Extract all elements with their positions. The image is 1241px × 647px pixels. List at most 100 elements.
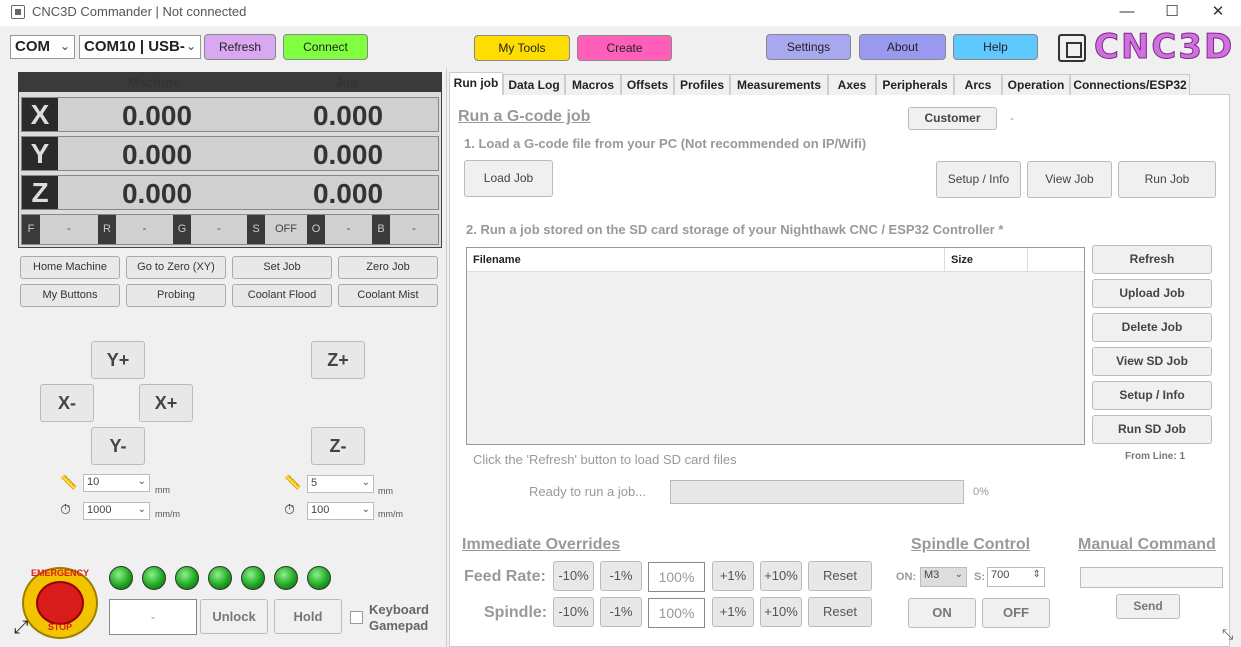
unlock-button[interactable]: Unlock xyxy=(200,599,268,634)
customer-value: - xyxy=(1010,111,1014,125)
jog-y-plus-button[interactable]: Y+ xyxy=(91,341,145,379)
column-divider xyxy=(944,248,945,272)
setup-info-button[interactable]: Setup / Info xyxy=(936,161,1021,198)
about-button[interactable]: About xyxy=(859,34,946,60)
probing-button[interactable]: Probing xyxy=(126,284,226,307)
refresh-button[interactable]: Refresh xyxy=(204,34,276,60)
tab-peripherals[interactable]: Peripherals xyxy=(876,74,954,95)
fullscreen-icon[interactable]: ⤢ xyxy=(14,617,28,638)
run-job-button[interactable]: Run Job xyxy=(1118,161,1216,198)
feed-minus10-button[interactable]: -10% xyxy=(553,561,594,591)
refresh-hint: Click the 'Refresh' button to load SD ca… xyxy=(473,452,737,467)
sd-delete-button[interactable]: Delete Job xyxy=(1092,313,1212,342)
status-value: - xyxy=(325,215,372,244)
com-select-label: COM xyxy=(15,38,50,55)
tab-connections-esp32[interactable]: Connections/ESP32 xyxy=(1070,74,1190,95)
sd-view-button[interactable]: View SD Job xyxy=(1092,347,1212,376)
tab-run-job[interactable]: Run job xyxy=(449,72,503,95)
my-buttons-button[interactable]: My Buttons xyxy=(20,284,120,307)
spindle-minus1-button[interactable]: -1% xyxy=(600,597,642,627)
ready-status: Ready to run a job... xyxy=(529,484,647,499)
tab-axes[interactable]: Axes xyxy=(828,74,876,95)
feed-reset-button[interactable]: Reset xyxy=(808,561,872,591)
port-select[interactable]: COM10 | USB- ⌄ xyxy=(79,35,201,59)
spindle-plus10-button[interactable]: +10% xyxy=(760,597,802,627)
column-divider xyxy=(1027,248,1028,272)
brand-logo: CNC3D xyxy=(1093,27,1235,67)
app-chip-icon xyxy=(11,5,25,19)
manual-command-input[interactable] xyxy=(1080,567,1223,588)
my-tools-button[interactable]: My Tools xyxy=(474,35,570,61)
ruler-icon: 📏 xyxy=(284,474,302,490)
home-machine-button[interactable]: Home Machine xyxy=(20,256,120,279)
dro-header-job: Job xyxy=(335,75,359,90)
feed-minus1-button[interactable]: -1% xyxy=(600,561,642,591)
sd-upload-button[interactable]: Upload Job xyxy=(1092,279,1212,308)
sd-setup-button[interactable]: Setup / Info xyxy=(1092,381,1212,410)
close-button[interactable]: ✕ xyxy=(1203,2,1233,22)
z-feed-select[interactable]: 100 ⌄ xyxy=(307,502,374,520)
tab-data-log[interactable]: Data Log xyxy=(503,74,565,95)
from-line-label: From Line: 1 xyxy=(1125,451,1186,462)
overrides-heading: Immediate Overrides xyxy=(462,536,621,553)
minimize-button[interactable]: — xyxy=(1112,2,1142,22)
zero-job-button[interactable]: Zero Job xyxy=(338,256,438,279)
send-button[interactable]: Send xyxy=(1116,594,1180,619)
connect-button[interactable]: Connect xyxy=(283,34,368,60)
jog-x-minus-button[interactable]: X- xyxy=(40,384,94,422)
status-value: - xyxy=(191,215,247,244)
spindle-speed-label: S: xyxy=(974,571,985,583)
machine-state-display: - xyxy=(109,599,197,635)
tab-operation[interactable]: Operation xyxy=(1002,74,1070,95)
status-value: - xyxy=(116,215,173,244)
job-position: 0.000 xyxy=(312,100,384,131)
set-job-button[interactable]: Set Job xyxy=(232,256,332,279)
coolant-mist-button[interactable]: Coolant Mist xyxy=(338,284,438,307)
status-value: - xyxy=(40,215,98,244)
cpu-chip-icon xyxy=(1058,34,1086,62)
spindle-plus1-button[interactable]: +1% xyxy=(712,597,754,627)
feed-override-value: 100% xyxy=(648,562,705,592)
create-button[interactable]: Create xyxy=(577,35,672,61)
unit-label: mm xyxy=(378,486,393,496)
customer-button[interactable]: Customer xyxy=(908,107,997,130)
tab-macros[interactable]: Macros xyxy=(565,74,621,95)
spindle-mode-select[interactable]: M3 ⌄ xyxy=(920,567,967,587)
feed-plus1-button[interactable]: +1% xyxy=(712,561,754,591)
sd-refresh-button[interactable]: Refresh xyxy=(1092,245,1212,274)
jog-x-plus-button[interactable]: X+ xyxy=(139,384,193,422)
spindle-on-button[interactable]: ON xyxy=(908,598,976,628)
status-label: F xyxy=(22,215,40,244)
spindle-reset-button[interactable]: Reset xyxy=(808,597,872,627)
jog-z-minus-button[interactable]: Z- xyxy=(311,427,365,465)
machine-position: 0.000 xyxy=(121,139,193,170)
go-to-zero-button[interactable]: Go to Zero (XY) xyxy=(126,256,226,279)
spindle-speed-input[interactable]: 700 ⇕ xyxy=(987,567,1045,587)
view-job-button[interactable]: View Job xyxy=(1027,161,1112,198)
sd-run-button[interactable]: Run SD Job xyxy=(1092,415,1212,444)
xy-step-select[interactable]: 10 ⌄ xyxy=(83,474,150,492)
tab-measurements[interactable]: Measurements xyxy=(730,74,828,95)
z-step-select[interactable]: 5 ⌄ xyxy=(307,475,374,493)
axis-letter: Y xyxy=(22,137,58,170)
load-job-button[interactable]: Load Job xyxy=(464,160,553,197)
jog-y-minus-button[interactable]: Y- xyxy=(91,427,145,465)
feed-plus10-button[interactable]: +10% xyxy=(760,561,802,591)
z-step-value: 5 xyxy=(311,477,318,489)
help-button[interactable]: Help xyxy=(953,34,1038,60)
spindle-off-button[interactable]: OFF xyxy=(982,598,1050,628)
tab-profiles[interactable]: Profiles xyxy=(674,74,730,95)
coolant-flood-button[interactable]: Coolant Flood xyxy=(232,284,332,307)
spindle-minus10-button[interactable]: -10% xyxy=(553,597,594,627)
maximize-button[interactable]: ☐ xyxy=(1157,2,1187,22)
com-select[interactable]: COM ⌄ xyxy=(10,35,75,59)
xy-feed-select[interactable]: 1000 ⌄ xyxy=(83,502,150,520)
tab-arcs[interactable]: Arcs xyxy=(954,74,1002,95)
xy-feed-value: 1000 xyxy=(87,504,112,516)
keyboard-gamepad-checkbox[interactable] xyxy=(350,611,363,624)
tab-offsets[interactable]: Offsets xyxy=(621,74,674,95)
hold-button[interactable]: Hold xyxy=(274,599,342,634)
sd-file-table[interactable] xyxy=(466,247,1085,445)
jog-z-plus-button[interactable]: Z+ xyxy=(311,341,365,379)
settings-button[interactable]: Settings xyxy=(766,34,851,60)
